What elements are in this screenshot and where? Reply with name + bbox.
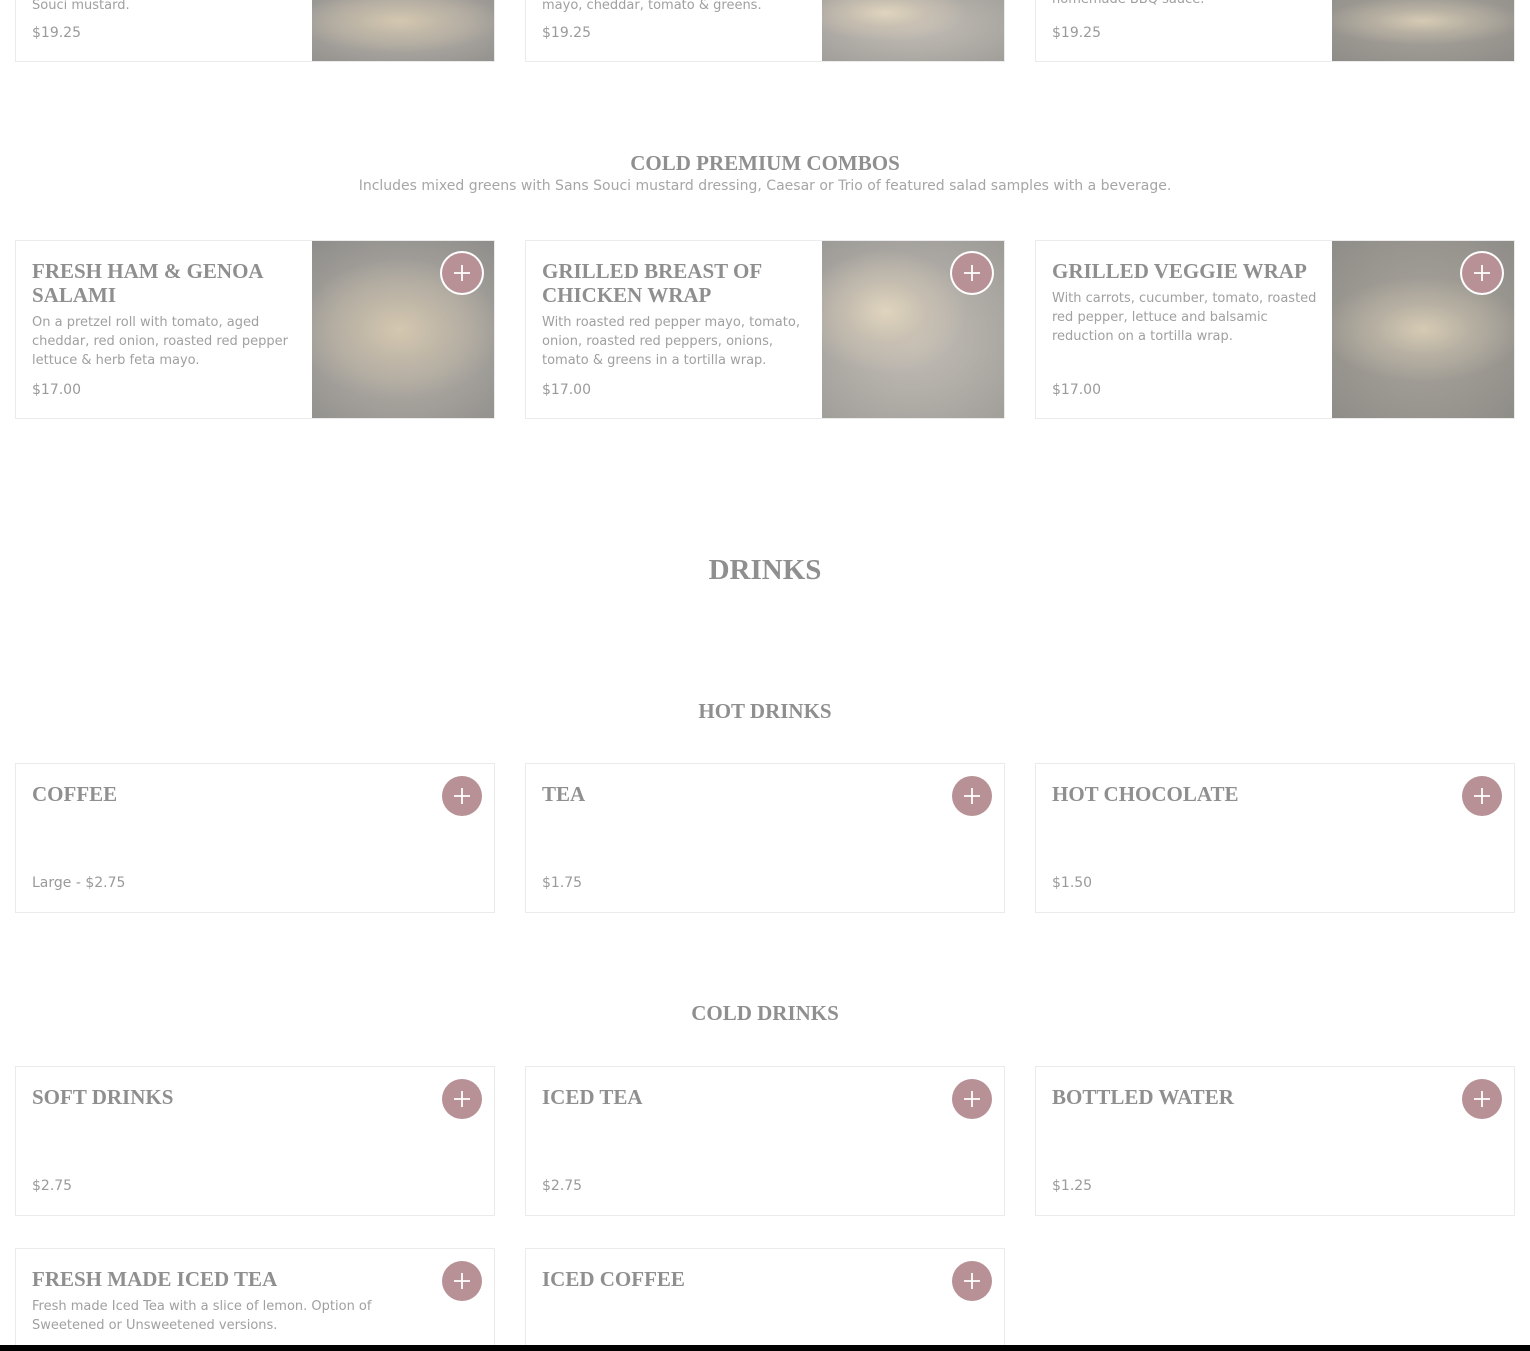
- item-title: BOTTLED WATER: [1052, 1085, 1234, 1109]
- menu-card[interactable]: FRESH MADE ICED TEA Fresh made Iced Tea …: [15, 1248, 495, 1351]
- item-description: With carrots, cucumber, tomato, roasted …: [1052, 291, 1317, 344]
- item-price: $1.75: [542, 875, 583, 891]
- category-heading-drinks: DRINKS: [708, 554, 822, 586]
- add-to-cart-button[interactable]: [952, 776, 992, 816]
- menu-card[interactable]: ICED TEA $2.75: [525, 1066, 1005, 1216]
- item-price: $19.25: [542, 25, 591, 41]
- menu-card[interactable]: ICED COFFEE: [525, 1248, 1005, 1351]
- menu-card[interactable]: COFFEE Large - $2.75: [15, 763, 495, 913]
- add-to-cart-button[interactable]: [952, 1261, 992, 1301]
- menu-card[interactable]: GRILLED VEGGIE WRAP With carrots, cucumb…: [1035, 240, 1515, 419]
- item-price: $19.25: [32, 25, 81, 41]
- section-heading-cold-drinks: COLD DRINKS: [691, 1001, 839, 1025]
- section-heading-cold-premium: COLD PREMIUM COMBOS: [630, 151, 900, 175]
- item-price: $2.75: [542, 1178, 583, 1194]
- item-photo: [312, 0, 494, 61]
- add-to-cart-button[interactable]: [1462, 253, 1502, 293]
- add-to-cart-button[interactable]: [442, 1079, 482, 1119]
- plus-icon: [964, 1091, 980, 1107]
- item-title: HOT CHOCOLATE: [1052, 782, 1239, 806]
- plus-icon: [454, 788, 470, 804]
- item-price: $1.50: [1052, 875, 1093, 891]
- add-to-cart-button[interactable]: [952, 1079, 992, 1119]
- plus-icon: [964, 265, 980, 281]
- item-description: With roasted red pepper mayo, tomato, on…: [542, 315, 800, 368]
- menu-card[interactable]: BOTTLED WATER $1.25: [1035, 1066, 1515, 1216]
- item-description: mayo, cheddar, tomato & greens.: [542, 0, 762, 13]
- item-price: $17.00: [1052, 382, 1101, 398]
- item-description: On a pretzel roll with tomato, aged ched…: [32, 315, 288, 368]
- item-price: $19.25: [1052, 25, 1101, 41]
- item-photo: [822, 0, 1004, 61]
- item-price: $2.75: [32, 1178, 73, 1194]
- item-title: SOFT DRINKS: [32, 1085, 174, 1109]
- plus-icon: [1474, 788, 1490, 804]
- menu-card[interactable]: homemade BBQ sauce. $19.25: [1035, 0, 1515, 62]
- item-title: TEA: [542, 782, 586, 806]
- menu-card[interactable]: SOFT DRINKS $2.75: [15, 1066, 495, 1216]
- plus-icon: [964, 1273, 980, 1289]
- item-price: $17.00: [542, 382, 591, 398]
- bottom-edge-bar: [0, 1345, 1530, 1351]
- item-title: GRILLED VEGGIE WRAP: [1052, 259, 1307, 283]
- item-price: Large - $2.75: [32, 875, 126, 891]
- plus-icon: [454, 265, 470, 281]
- menu-card[interactable]: HOT CHOCOLATE $1.50: [1035, 763, 1515, 913]
- item-description: Souci mustard.: [32, 0, 130, 13]
- section-heading-hot-drinks: HOT DRINKS: [698, 699, 832, 723]
- item-price: $17.00: [32, 382, 81, 398]
- add-to-cart-button[interactable]: [1462, 776, 1502, 816]
- plus-icon: [1474, 1091, 1490, 1107]
- item-price: $1.25: [1052, 1178, 1093, 1194]
- add-to-cart-button[interactable]: [442, 253, 482, 293]
- menu-card[interactable]: Souci mustard. $19.25: [15, 0, 495, 62]
- menu-card[interactable]: mayo, cheddar, tomato & greens. $19.25: [525, 0, 1005, 62]
- section-subheading: Includes mixed greens with Sans Souci mu…: [358, 178, 1172, 194]
- add-to-cart-button[interactable]: [442, 776, 482, 816]
- menu-card[interactable]: TEA $1.75: [525, 763, 1005, 913]
- item-photo: [1332, 0, 1514, 61]
- item-title: ICED COFFEE: [542, 1267, 685, 1291]
- plus-icon: [964, 788, 980, 804]
- plus-icon: [1474, 265, 1490, 281]
- item-title: ICED TEA: [542, 1085, 643, 1109]
- plus-icon: [454, 1091, 470, 1107]
- item-title: GRILLED BREAST OF CHICKEN WRAP: [542, 259, 762, 307]
- add-to-cart-button[interactable]: [952, 253, 992, 293]
- add-to-cart-button[interactable]: [442, 1261, 482, 1301]
- item-title: FRESH HAM & GENOA SALAMI: [32, 259, 263, 307]
- item-title: COFFEE: [32, 782, 118, 806]
- add-to-cart-button[interactable]: [1462, 1079, 1502, 1119]
- item-description: Fresh made Iced Tea with a slice of lemo…: [32, 1299, 372, 1333]
- menu-card[interactable]: FRESH HAM & GENOA SALAMI On a pretzel ro…: [15, 240, 495, 419]
- item-title: FRESH MADE ICED TEA: [32, 1267, 278, 1291]
- item-description: homemade BBQ sauce.: [1052, 0, 1322, 9]
- plus-icon: [454, 1273, 470, 1289]
- menu-card[interactable]: GRILLED BREAST OF CHICKEN WRAP With roas…: [525, 240, 1005, 419]
